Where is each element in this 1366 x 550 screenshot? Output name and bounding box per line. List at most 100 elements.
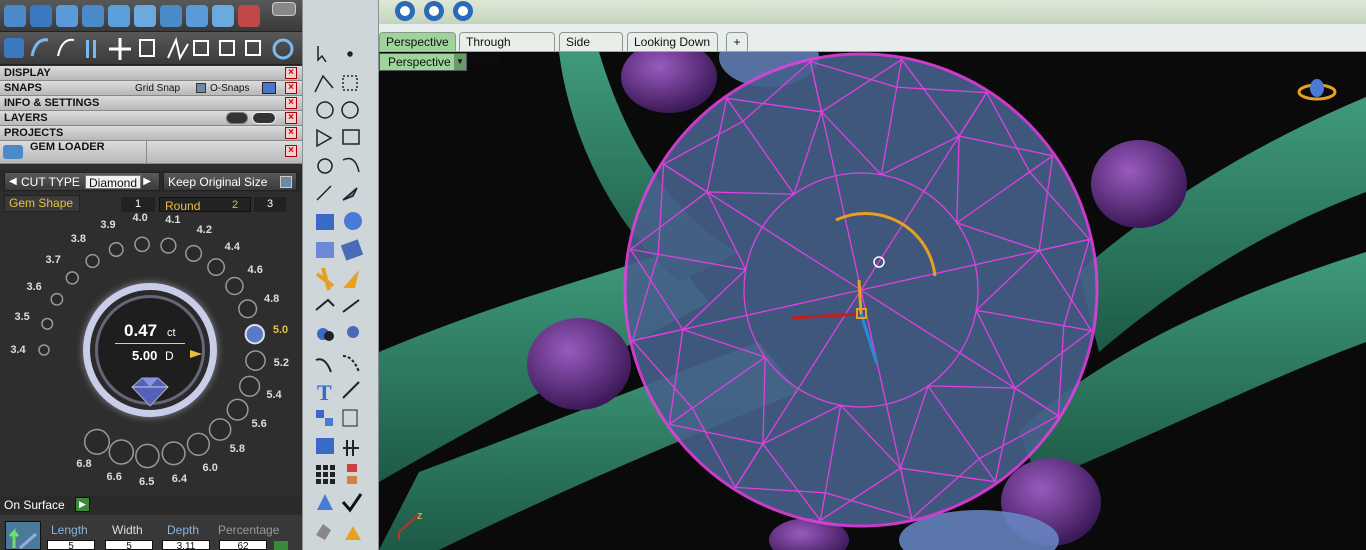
projects-close-icon[interactable]: ×	[285, 127, 297, 139]
size-ring-6-6[interactable]	[108, 439, 135, 465]
size-label-6-0[interactable]: 6.0	[203, 462, 218, 474]
orbit-widget-icon[interactable]	[1297, 79, 1337, 101]
width-field[interactable]: 5	[105, 540, 153, 550]
size-label-6-4[interactable]: 6.4	[172, 473, 187, 485]
size-label-6-5[interactable]: 6.5	[139, 476, 154, 488]
cluster-tool-icon[interactable]	[160, 5, 182, 27]
size-ring-4-4[interactable]	[207, 258, 226, 277]
cut-type-prev-icon[interactable]: ◀	[9, 173, 17, 191]
o-snaps-label[interactable]: O-Snaps	[210, 81, 249, 96]
size-label-3-7[interactable]: 3.7	[46, 254, 61, 266]
size-label-5-4[interactable]: 5.4	[266, 389, 281, 401]
move-arrow-icon[interactable]	[5, 521, 41, 550]
tab-through-finger[interactable]: Through Finger	[459, 32, 555, 67]
info-settings-close-icon[interactable]: ×	[285, 97, 297, 109]
grid-tool-icon[interactable]	[212, 5, 234, 27]
gem-loader-section-header[interactable]: GEM LOADER ×	[0, 141, 302, 164]
size-ring-3-7[interactable]	[65, 271, 80, 285]
layers-close-icon[interactable]: ×	[285, 112, 297, 124]
size-ring-3-5[interactable]	[41, 317, 54, 330]
on-surface-play-icon[interactable]: ▶	[75, 497, 90, 512]
size-ring-3-9[interactable]	[108, 241, 124, 258]
size-ring-4-0[interactable]	[134, 236, 150, 253]
apply-dimensions-icon[interactable]	[274, 541, 288, 550]
size-label-4-4[interactable]: 4.4	[225, 241, 240, 253]
3d-scene[interactable]: z	[379, 52, 1366, 550]
page-tool-icon[interactable]	[108, 5, 130, 27]
size-ring-4-8[interactable]	[238, 299, 258, 319]
gear-tool-icon[interactable]	[186, 5, 208, 27]
add-tab-button[interactable]: +	[726, 32, 748, 51]
size-label-4-8[interactable]: 4.8	[264, 293, 279, 305]
size-ring-5-8[interactable]	[208, 418, 232, 441]
tab-side-view[interactable]: Side View	[559, 32, 623, 67]
view-name-dropdown[interactable]: Perspective ▼	[379, 53, 467, 71]
size-ring-4-1[interactable]	[160, 237, 177, 254]
tab-perspective[interactable]: Perspective	[379, 32, 456, 51]
size-ring-5-6[interactable]	[226, 398, 249, 421]
size-label-3-9[interactable]: 3.9	[100, 219, 115, 231]
shape-slot-3[interactable]: 3	[254, 197, 286, 212]
size-label-3-6[interactable]: 3.6	[26, 281, 41, 293]
cut-type-value[interactable]: Diamond	[85, 175, 142, 190]
size-ring-3-4[interactable]	[38, 344, 50, 356]
size-ring-6-8[interactable]	[83, 428, 111, 455]
display-section-header[interactable]: DISPLAY ×	[0, 66, 302, 81]
keep-original-size-button[interactable]: Keep Original Size	[163, 172, 297, 191]
size-ring-6-4[interactable]	[161, 441, 186, 466]
keep-original-size-toggle[interactable]	[280, 176, 292, 188]
size-label-5-0[interactable]: 5.0	[273, 324, 288, 336]
snaps-section-header[interactable]: SNAPS Grid Snap O-Snaps ×	[0, 81, 302, 96]
size-label-3-5[interactable]: 3.5	[14, 311, 29, 323]
tab-looking-down[interactable]: Looking Down	[627, 32, 718, 51]
gem-set-icon[interactable]	[56, 5, 78, 27]
projects-section-header[interactable]: PROJECTS ×	[0, 126, 302, 141]
size-label-4-2[interactable]: 4.2	[197, 224, 212, 236]
pave-tool-icon[interactable]	[82, 5, 104, 27]
layers-section-header[interactable]: LAYERS ×	[0, 111, 302, 126]
cut-type-next-icon[interactable]: ▶	[143, 173, 151, 191]
size-ring-5-4[interactable]	[238, 375, 261, 397]
size-ring-3-6[interactable]	[50, 292, 64, 306]
eye-icon[interactable]	[252, 112, 276, 124]
modeling-tool-icons[interactable]: T	[303, 0, 380, 550]
size-label-5-2[interactable]: 5.2	[274, 357, 289, 369]
gem-loader-close-icon[interactable]: ×	[285, 145, 297, 157]
o-snaps-toggle[interactable]	[262, 82, 276, 94]
size-label-4-6[interactable]: 4.6	[248, 264, 263, 276]
size-ring-6-0[interactable]	[186, 432, 211, 456]
panel-minimize-icon[interactable]	[272, 2, 296, 16]
size-label-6-8[interactable]: 6.8	[76, 458, 91, 470]
size-ring-5-2[interactable]	[245, 350, 266, 371]
layer-visibility-icon[interactable]	[226, 112, 248, 124]
size-ring-5-0[interactable]	[244, 324, 266, 345]
diamond-tool-icon[interactable]	[30, 5, 52, 27]
size-label-5-8[interactable]: 5.8	[230, 443, 245, 455]
flower-tool-icon[interactable]	[238, 5, 260, 27]
shape-slot-1[interactable]: 1	[121, 197, 155, 212]
size-label-4-1[interactable]: 4.1	[165, 214, 180, 226]
size-ring-3-8[interactable]	[85, 253, 100, 269]
viewport[interactable]: Perspective Through Finger Side View Loo…	[379, 0, 1366, 550]
size-ring-4-2[interactable]	[185, 244, 203, 262]
grid-snap-label[interactable]: Grid Snap	[135, 81, 180, 96]
gem-tool-icon[interactable]	[4, 5, 26, 27]
percentage-field[interactable]: 62	[219, 540, 267, 550]
chevron-down-icon[interactable]: ▼	[454, 54, 466, 70]
size-label-6-6[interactable]: 6.6	[107, 471, 122, 483]
shape-slot-2[interactable]: Round 2	[159, 197, 251, 213]
cut-type-selector[interactable]: ◀ CUT TYPE Diamond ▶	[4, 172, 160, 191]
size-label-5-6[interactable]: 5.6	[251, 418, 266, 430]
size-label-3-8[interactable]: 3.8	[71, 233, 86, 245]
size-label-4-0[interactable]: 4.0	[132, 212, 147, 224]
pick-tool-icon[interactable]	[134, 5, 156, 27]
snaps-close-icon[interactable]: ×	[285, 82, 297, 94]
view-mode-icons[interactable]	[379, 0, 499, 24]
size-ring-4-6[interactable]	[225, 276, 244, 296]
depth-field[interactable]: 3.11	[162, 540, 210, 550]
grid-snap-toggle[interactable]	[196, 83, 206, 93]
size-label-3-4[interactable]: 3.4	[10, 344, 25, 356]
size-ring-6-5[interactable]	[135, 443, 160, 469]
info-settings-section-header[interactable]: INFO & SETTINGS ×	[0, 96, 302, 111]
display-close-icon[interactable]: ×	[285, 67, 297, 79]
